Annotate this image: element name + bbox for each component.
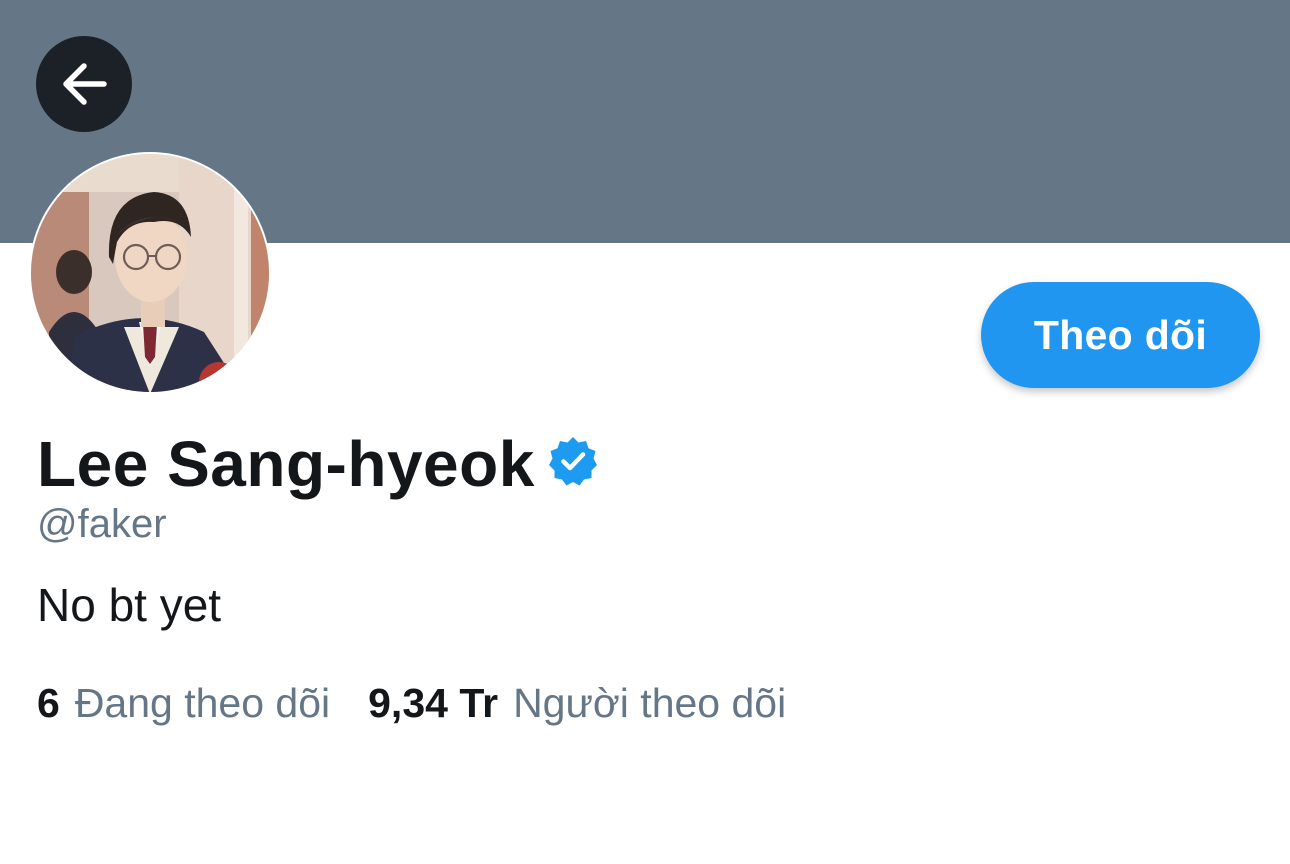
following-count: 6 [37, 680, 60, 726]
following-label: Đang theo dõi [74, 680, 331, 726]
name-row: Lee Sang-hyeok [37, 424, 599, 504]
profile-stats: 6 Đang theo dõi 9,34 Tr Người theo dõi [37, 680, 786, 727]
verified-badge-icon [548, 437, 597, 486]
back-button[interactable] [36, 36, 132, 132]
followers-stat[interactable]: 9,34 Tr Người theo dõi [368, 680, 786, 727]
profile-page: Theo dõi Lee Sang-hyeok @faker No bt yet… [0, 0, 1290, 864]
following-stat[interactable]: 6 Đang theo dõi [37, 680, 330, 727]
followers-count: 9,34 Tr [368, 680, 499, 726]
profile-photo [31, 154, 269, 392]
username-handle: @faker [37, 502, 167, 546]
arrow-left-icon [63, 63, 107, 105]
avatar[interactable] [29, 152, 271, 394]
followers-label: Người theo dõi [513, 680, 787, 726]
display-name: Lee Sang-hyeok [37, 428, 535, 500]
follow-button[interactable]: Theo dõi [981, 282, 1260, 388]
profile-bio: No bt yet [37, 579, 222, 631]
